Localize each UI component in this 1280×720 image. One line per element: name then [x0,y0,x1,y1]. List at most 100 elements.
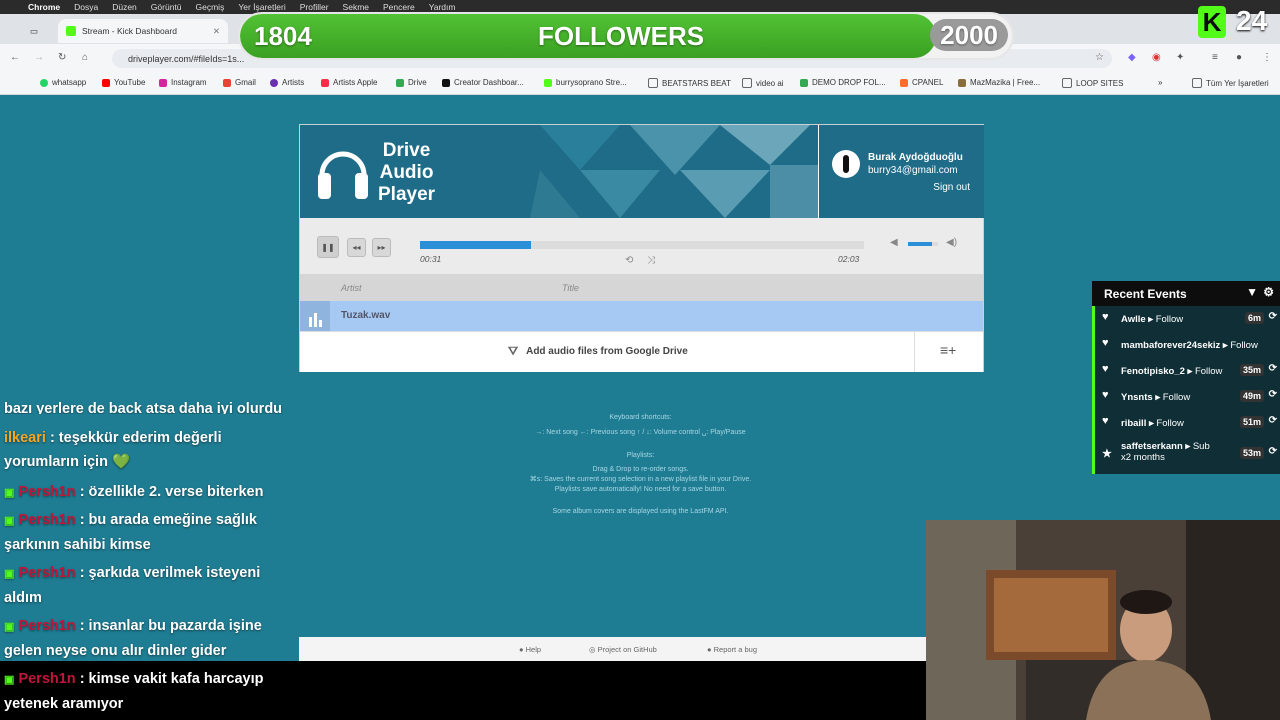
bookmark-label: burrysoprano Stre... [556,78,627,87]
kick-logo-icon: K [1198,6,1226,38]
menu-bookmarks[interactable]: Yer İşaretleri [238,2,285,12]
forward-icon[interactable]: → [34,52,44,63]
volume-fill [908,242,932,246]
gmail-icon [223,78,231,87]
volume-up-icon[interactable]: ◀) [946,237,957,248]
webcam-scene [926,520,1280,720]
shuffle-icon[interactable]: ⤨ [647,255,655,266]
menu-chrome[interactable]: Chrome [28,2,60,12]
bookmark-burrysoprano[interactable]: burrysoprano Stre... [544,78,627,87]
event-time: 35m [1239,364,1264,376]
bookmark-artists[interactable]: Artists [270,78,304,87]
volume-mute-icon[interactable]: ◀ [890,237,898,248]
stream-chat: bazı yerlere de back atsa daha iyi olurd… [0,400,300,720]
bookmark-gmail[interactable]: Gmail [223,78,256,87]
kick-viewer-badge: K 24 [1196,4,1280,40]
add-from-drive-button[interactable]: ⛛ Add audio files from Google Drive [508,344,688,359]
followers-goal-bar: 1804 FOLLOWERS 2000 [238,12,1014,60]
media-control-icon[interactable]: ≡ [1212,52,1218,63]
next-icon: ▸▸ [377,243,386,252]
bookmark-label: Artists Apple [333,78,378,87]
menu-file[interactable]: Dosya [74,2,98,12]
sign-out-link[interactable]: Sign out [933,182,970,193]
report-bug-label: Report a bug [713,645,757,654]
playlists-line-1: Drag & Drop to re-order songs. [592,466,689,473]
menu-view[interactable]: Görüntü [151,2,182,12]
elapsed-time: 00:31 [420,254,442,264]
settings-gear-icon[interactable]: ⚙ [1263,285,1274,299]
bookmarks-bar: whatsapp YouTube Instagram Gmail Artists… [0,72,1280,95]
bookmark-youtube[interactable]: YouTube [102,78,145,87]
help-link[interactable]: ● Help [519,645,541,654]
playlist-add-button[interactable]: ≡+ [914,332,984,372]
replay-icon[interactable]: ⟳ [1269,363,1277,374]
youtube-icon [102,78,110,87]
menu-tab[interactable]: Sekme [343,2,369,12]
menu-profiles[interactable]: Profiller [300,2,329,12]
bookmark-beatstars[interactable]: BEATSTARS BEAT [648,78,731,88]
bookmark-video-ai[interactable]: video ai [742,78,784,88]
tab-search-icon[interactable]: ▭ [22,19,40,43]
home-icon[interactable]: ⌂ [82,52,88,63]
folder-icon [1192,78,1202,88]
replay-icon[interactable]: ⟳ [1269,446,1277,457]
player-controls: ❚❚ ◂◂ ▸▸ 00:31 02:03 ⟲ ⤨ ◀ ◀) [300,218,983,274]
menu-edit[interactable]: Düzen [112,2,137,12]
replay-icon[interactable]: ⟳ [1269,415,1277,426]
bookmark-star-icon[interactable]: ☆ [1095,52,1104,63]
followers-current: 1804 [254,21,312,51]
bookmarks-overflow-icon[interactable]: » [1158,78,1162,87]
event-user: saffetserkann [1121,441,1183,452]
filter-icon[interactable]: ▼ [1246,285,1258,299]
title-column-header[interactable]: Title [562,283,579,293]
menu-help[interactable]: Yardım [429,2,456,12]
bookmark-instagram[interactable]: Instagram [159,78,207,87]
github-link[interactable]: ◎ Project on GitHub [589,645,657,654]
next-button[interactable]: ▸▸ [372,238,391,257]
reload-icon[interactable]: ↻ [58,52,66,63]
event-time: 6m [1244,312,1264,324]
previous-button[interactable]: ◂◂ [347,238,366,257]
bookmark-whatsapp[interactable]: whatsapp [40,78,86,87]
bookmark-creator-dashboard[interactable]: Creator Dashboar... [442,78,524,87]
record-extension-icon[interactable]: ◉ [1152,52,1161,63]
chat-message: ▣ Persh1n : özellikle 2. verse biterken [4,480,294,505]
menu-window[interactable]: Pencere [383,2,415,12]
back-icon[interactable]: ← [10,52,20,63]
pause-button[interactable]: ❚❚ [317,236,339,258]
bookmark-cpanel[interactable]: CPANEL [900,78,943,87]
chat-badge-icon: ▣ [4,674,15,686]
chat-text: : özellikle 2. verse biterken [79,484,264,500]
track-row[interactable]: Tuzak.wav [300,301,983,331]
heart-icon: ♥ [1102,311,1109,323]
bookmark-all[interactable]: Tüm Yer İşaretleri [1192,78,1269,88]
report-bug-link[interactable]: ● Report a bug [707,645,757,654]
event-time: 49m [1239,390,1264,402]
drive-audio-player: Drive Audio Player Burak Aydoğduoğlu bur… [299,124,984,372]
bookmark-artists-apple[interactable]: Artists Apple [321,78,377,87]
bookmark-mazmazika[interactable]: MazMazika | Free... [958,78,1040,87]
chat-username: Persh1n [18,565,76,581]
bookmark-loop-sites[interactable]: LOOP SITES [1062,78,1123,88]
event-item: ♥ Awlle ▸ Follow 6m ⟳ [1092,306,1280,332]
extensions-puzzle-icon[interactable]: ✦ [1176,52,1184,63]
bookmark-label: Gmail [235,78,256,87]
volume-slider[interactable] [908,242,938,246]
tab-close-icon[interactable]: ✕ [213,26,220,37]
chrome-menu-icon[interactable]: ⋮ [1262,52,1272,63]
album-note: Some album covers are displayed using th… [552,508,729,515]
repeat-icon[interactable]: ⟲ [625,255,633,266]
replay-icon[interactable]: ⟳ [1269,389,1277,400]
tab-kick-dashboard[interactable]: Stream - Kick Dashboard ✕ [58,19,228,43]
replay-icon[interactable]: ⟳ [1269,311,1277,322]
chat-username: Persh1n [18,671,76,687]
menu-history[interactable]: Geçmiş [196,2,225,12]
profile-avatar-icon[interactable]: ● [1236,52,1242,63]
seek-bar[interactable] [420,241,864,249]
bookmark-drive[interactable]: Drive [396,78,427,87]
bookmark-demo-drop[interactable]: DEMO DROP FOL... [800,78,886,87]
extension-icon[interactable]: ◆ [1128,52,1136,63]
chat-username: Persh1n [18,618,76,634]
artist-column-header[interactable]: Artist [341,283,362,293]
add-files-row: ⛛ Add audio files from Google Drive ≡+ [300,331,983,372]
